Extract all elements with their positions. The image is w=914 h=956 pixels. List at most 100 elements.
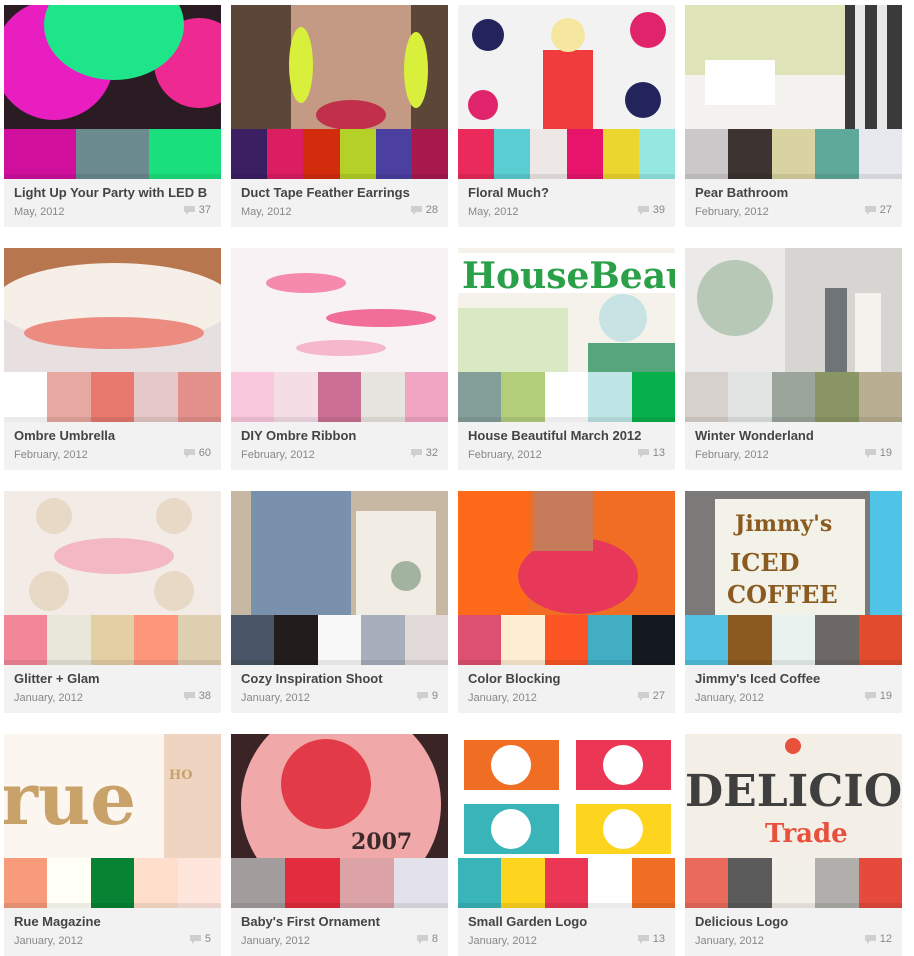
color-swatch[interactable] — [4, 615, 48, 665]
color-swatch[interactable] — [134, 372, 179, 422]
color-swatch[interactable] — [815, 858, 860, 908]
palette-thumbnail[interactable] — [231, 5, 448, 129]
palette-title[interactable]: Glitter + Glam — [14, 671, 212, 686]
color-swatch[interactable] — [815, 129, 860, 179]
palette-card[interactable]: Glitter + Glam January, 2012 38 — [4, 491, 221, 713]
palette-thumbnail[interactable] — [458, 5, 675, 129]
palette-thumbnail[interactable] — [4, 5, 221, 129]
color-swatch[interactable] — [274, 615, 319, 665]
color-swatch[interactable] — [231, 129, 268, 179]
palette-title[interactable]: Winter Wonderland — [695, 428, 893, 443]
palette-title[interactable]: Jimmy's Iced Coffee — [695, 671, 893, 686]
color-swatch[interactable] — [771, 372, 816, 422]
color-swatch[interactable] — [858, 129, 902, 179]
comment-count[interactable]: 60 — [183, 447, 211, 459]
palette-title[interactable]: Small Garden Logo — [468, 914, 666, 929]
color-swatch[interactable] — [148, 129, 221, 179]
color-swatch[interactable] — [339, 858, 395, 908]
palette-thumbnail[interactable]: HouseBeautiful — [458, 248, 675, 372]
color-swatch[interactable] — [631, 372, 675, 422]
color-swatch[interactable] — [134, 858, 179, 908]
color-swatch[interactable] — [47, 372, 92, 422]
palette-thumbnail[interactable] — [458, 491, 675, 615]
color-swatch[interactable] — [638, 129, 675, 179]
palette-title[interactable]: House Beautiful March 2012 — [468, 428, 666, 443]
palette-title[interactable]: Ombre Umbrella — [14, 428, 212, 443]
color-swatch[interactable] — [231, 372, 275, 422]
palette-thumbnail[interactable] — [685, 5, 902, 129]
color-swatch[interactable] — [544, 372, 589, 422]
comment-count[interactable]: 13 — [637, 933, 665, 945]
palette-thumbnail[interactable] — [458, 734, 675, 858]
color-swatch[interactable] — [177, 372, 221, 422]
palette-card[interactable]: DELICIOUTrade Delicious Logo January, 2012… — [685, 734, 902, 956]
color-swatch[interactable] — [544, 615, 589, 665]
color-swatch[interactable] — [728, 129, 773, 179]
color-swatch[interactable] — [393, 858, 448, 908]
color-swatch[interactable] — [728, 615, 773, 665]
comment-count[interactable]: 19 — [864, 447, 892, 459]
comment-count[interactable]: 38 — [183, 690, 211, 702]
color-swatch[interactable] — [76, 129, 149, 179]
color-swatch[interactable] — [90, 615, 135, 665]
color-swatch[interactable] — [566, 129, 603, 179]
color-swatch[interactable] — [588, 858, 633, 908]
color-swatch[interactable] — [177, 615, 221, 665]
palette-card[interactable]: Floral Much? May, 2012 39 — [458, 5, 675, 227]
color-swatch[interactable] — [501, 615, 546, 665]
palette-title[interactable]: Floral Much? — [468, 185, 666, 200]
comment-count[interactable]: 5 — [189, 933, 211, 945]
color-swatch[interactable] — [404, 615, 448, 665]
color-swatch[interactable] — [631, 858, 675, 908]
color-swatch[interactable] — [530, 129, 567, 179]
palette-card[interactable]: Winter Wonderland February, 2012 19 — [685, 248, 902, 470]
color-swatch[interactable] — [375, 129, 413, 179]
comment-count[interactable]: 32 — [410, 447, 438, 459]
palette-card[interactable]: Pear Bathroom February, 2012 27 — [685, 5, 902, 227]
color-swatch[interactable] — [815, 372, 860, 422]
palette-card[interactable]: rue HO Rue Magazine January, 2012 5 — [4, 734, 221, 956]
color-swatch[interactable] — [285, 858, 340, 908]
palette-thumbnail[interactable]: DELICIOUTrade — [685, 734, 902, 858]
palette-card[interactable]: Ombre Umbrella February, 2012 60 — [4, 248, 221, 470]
color-swatch[interactable] — [47, 615, 92, 665]
comment-count[interactable]: 37 — [183, 204, 211, 216]
palette-thumbnail[interactable] — [231, 491, 448, 615]
comment-count[interactable]: 39 — [637, 204, 665, 216]
color-swatch[interactable] — [411, 129, 448, 179]
palette-card[interactable]: 2007 Baby's First Ornament January, 2012 8 — [231, 734, 448, 956]
color-swatch[interactable] — [458, 858, 502, 908]
palette-card[interactable]: Color Blocking January, 2012 27 — [458, 491, 675, 713]
color-swatch[interactable] — [177, 858, 221, 908]
color-swatch[interactable] — [339, 129, 376, 179]
color-swatch[interactable] — [231, 615, 275, 665]
comment-count[interactable]: 9 — [416, 690, 438, 702]
color-swatch[interactable] — [771, 615, 816, 665]
color-swatch[interactable] — [231, 858, 286, 908]
color-swatch[interactable] — [4, 129, 77, 179]
comment-count[interactable]: 28 — [410, 204, 438, 216]
color-swatch[interactable] — [815, 615, 860, 665]
palette-title[interactable]: Rue Magazine — [14, 914, 212, 929]
color-swatch[interactable] — [4, 372, 48, 422]
color-swatch[interactable] — [544, 858, 589, 908]
palette-thumbnail[interactable]: 2007 — [231, 734, 448, 858]
color-swatch[interactable] — [494, 129, 531, 179]
comment-count[interactable]: 8 — [416, 933, 438, 945]
palette-thumbnail[interactable] — [231, 248, 448, 372]
color-swatch[interactable] — [47, 858, 92, 908]
color-swatch[interactable] — [685, 372, 729, 422]
color-swatch[interactable] — [90, 858, 135, 908]
palette-title[interactable]: Baby's First Ornament — [241, 914, 439, 929]
color-swatch[interactable] — [501, 372, 546, 422]
comment-count[interactable]: 27 — [637, 690, 665, 702]
palette-title[interactable]: Color Blocking — [468, 671, 666, 686]
palette-title[interactable]: Duct Tape Feather Earrings — [241, 185, 439, 200]
palette-card[interactable]: HouseBeautiful House Beautiful March 2012… — [458, 248, 675, 470]
comment-count[interactable]: 12 — [864, 933, 892, 945]
color-swatch[interactable] — [4, 858, 48, 908]
palette-thumbnail[interactable] — [4, 248, 221, 372]
palette-card[interactable]: Duct Tape Feather Earrings May, 2012 28 — [231, 5, 448, 227]
color-swatch[interactable] — [588, 372, 633, 422]
palette-title[interactable]: Light Up Your Party with LED B — [14, 185, 212, 200]
